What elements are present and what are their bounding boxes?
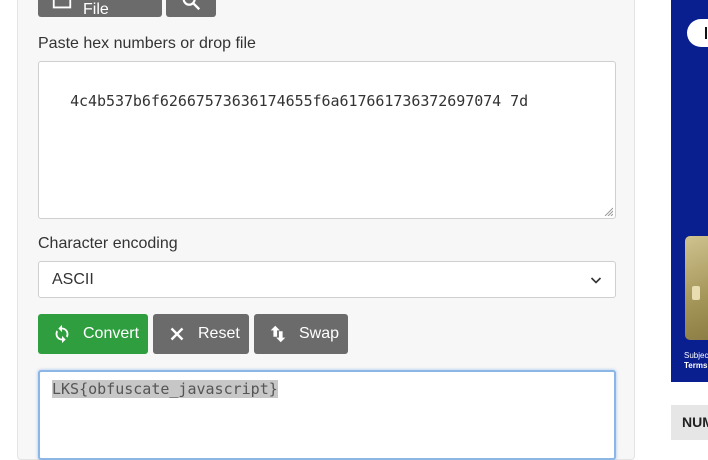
ad-button[interactable]	[687, 19, 708, 47]
hex-input-value: 4c4b537b6f62667573636174655f6a6176617363…	[70, 92, 529, 110]
resize-grip-icon[interactable]	[603, 206, 613, 216]
encoding-selected-value: ASCII	[52, 270, 94, 288]
ad-card-image	[685, 236, 708, 340]
output-textarea[interactable]: LKS{obfuscate_javascript}	[38, 370, 616, 460]
chevron-down-icon	[590, 276, 602, 284]
encoding-label: Character encoding	[38, 235, 178, 252]
hex-input-textarea[interactable]: 4c4b537b6f62667573636174655f6a6176617363…	[38, 61, 616, 219]
close-icon	[170, 327, 184, 341]
search-button[interactable]	[166, 0, 216, 17]
convert-label: Convert	[83, 325, 140, 342]
reset-label: Reset	[198, 325, 240, 342]
ad-fine-print: Subject Terms	[684, 351, 708, 370]
output-value: LKS{obfuscate_javascript}	[52, 380, 278, 398]
input-label: Paste hex numbers or drop file	[38, 35, 256, 52]
refresh-icon	[55, 324, 69, 344]
convert-button[interactable]: Convert	[38, 314, 148, 354]
folder-icon	[52, 0, 72, 8]
open-file-button[interactable]: Open File	[38, 0, 162, 18]
encoding-select[interactable]: ASCII	[38, 261, 616, 298]
reset-button[interactable]: Reset	[153, 314, 249, 354]
swap-icon	[270, 325, 286, 343]
search-icon	[182, 0, 201, 10]
num-tab[interactable]: NUM	[671, 405, 708, 440]
open-file-label: Open File	[83, 0, 109, 18]
swap-label: Swap	[299, 325, 340, 342]
swap-button[interactable]: Swap	[254, 314, 348, 354]
advertisement[interactable]: Subject Terms	[671, 0, 708, 382]
